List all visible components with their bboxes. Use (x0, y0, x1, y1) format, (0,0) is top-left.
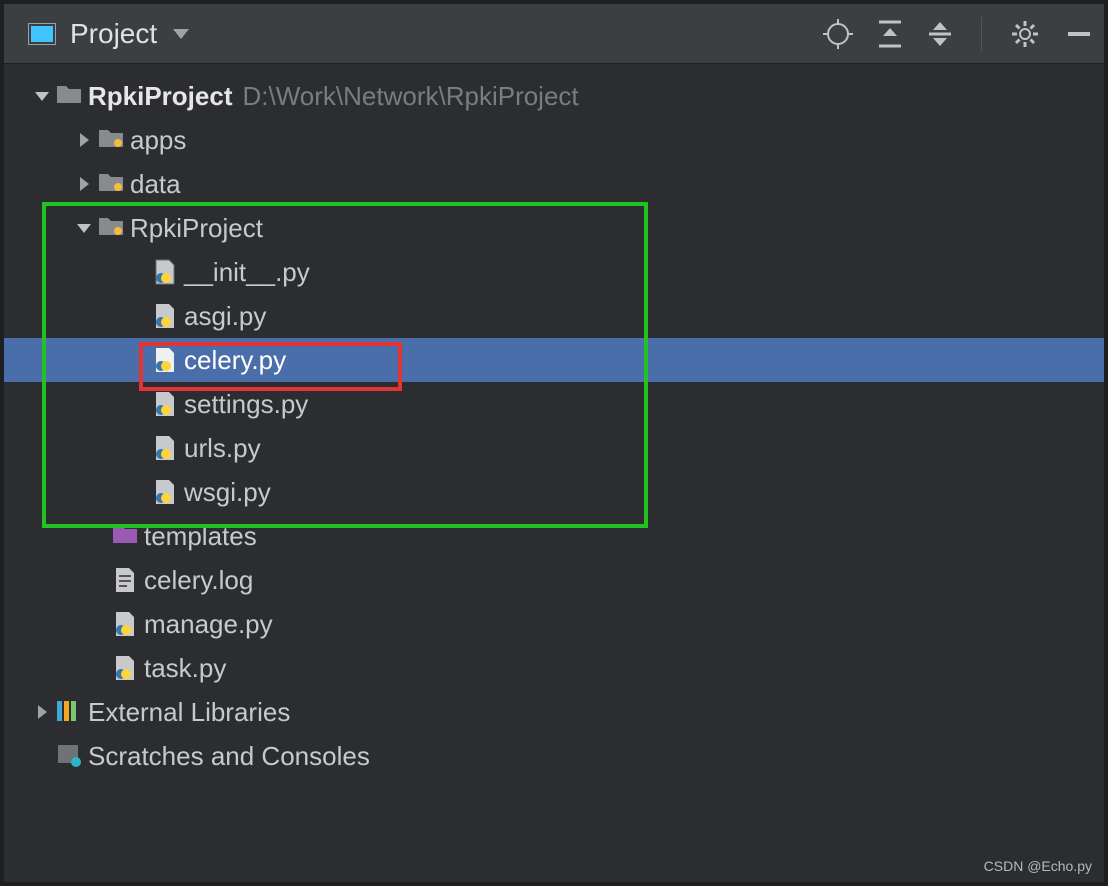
tree-row-templates[interactable]: templates (4, 514, 1104, 558)
tree-row-manage[interactable]: manage.py (4, 602, 1104, 646)
folder-icon (98, 127, 124, 153)
python-file-icon (152, 259, 178, 285)
item-label: celery.log (144, 565, 253, 596)
expand-all-icon[interactable] (877, 20, 903, 48)
item-label: manage.py (144, 609, 273, 640)
tree-row-asgi[interactable]: asgi.py (4, 294, 1104, 338)
chevron-right-icon[interactable] (70, 131, 98, 149)
collapse-all-icon[interactable] (927, 20, 953, 48)
project-tree[interactable]: RpkiProject D:\Work\Network\RpkiProject … (4, 64, 1104, 778)
item-label: apps (130, 125, 186, 156)
tree-row-init[interactable]: __init__.py (4, 250, 1104, 294)
root-name: RpkiProject (88, 81, 233, 112)
python-file-icon (112, 655, 138, 681)
tree-row-settings[interactable]: settings.py (4, 382, 1104, 426)
folder-icon (56, 83, 82, 109)
item-label: __init__.py (184, 257, 310, 288)
tree-row-apps[interactable]: apps (4, 118, 1104, 162)
item-label: RpkiProject (130, 213, 263, 244)
separator (981, 17, 982, 51)
folder-icon (98, 215, 124, 241)
chevron-down-icon[interactable] (28, 87, 56, 105)
tree-row-celery-selected[interactable]: celery.py (4, 338, 1104, 382)
python-file-icon (152, 391, 178, 417)
folder-icon (98, 171, 124, 197)
root-path: D:\Work\Network\RpkiProject (243, 81, 579, 112)
item-label: Scratches and Consoles (88, 741, 370, 772)
python-file-icon (112, 611, 138, 637)
chevron-right-icon[interactable] (28, 703, 56, 721)
tree-row-scratches[interactable]: Scratches and Consoles (4, 734, 1104, 778)
python-file-icon (152, 347, 178, 373)
minimize-icon[interactable] (1064, 19, 1094, 49)
project-header: Project (4, 4, 1104, 64)
python-file-icon (152, 303, 178, 329)
scratch-icon (56, 743, 82, 769)
item-label: settings.py (184, 389, 308, 420)
item-label: data (130, 169, 181, 200)
tree-row-wsgi[interactable]: wsgi.py (4, 470, 1104, 514)
dropdown-arrow-icon[interactable] (171, 27, 191, 41)
item-label: External Libraries (88, 697, 290, 728)
item-label: wsgi.py (184, 477, 271, 508)
item-label: task.py (144, 653, 226, 684)
tree-row-rpkiproject[interactable]: RpkiProject (4, 206, 1104, 250)
target-icon[interactable] (823, 19, 853, 49)
tree-row-urls[interactable]: urls.py (4, 426, 1104, 470)
item-label: templates (144, 521, 257, 552)
project-label[interactable]: Project (70, 18, 157, 50)
library-icon (56, 699, 82, 725)
templates-folder-icon (112, 523, 138, 549)
tree-row-celerylog[interactable]: celery.log (4, 558, 1104, 602)
project-window-icon (28, 23, 56, 45)
chevron-right-icon[interactable] (70, 175, 98, 193)
tree-row-extlib[interactable]: External Libraries (4, 690, 1104, 734)
item-label: urls.py (184, 433, 261, 464)
text-file-icon (112, 567, 138, 593)
item-label: celery.py (184, 345, 286, 376)
gear-icon[interactable] (1010, 19, 1040, 49)
python-file-icon (152, 435, 178, 461)
tree-row-task[interactable]: task.py (4, 646, 1104, 690)
header-toolbar (823, 17, 1094, 51)
tree-root-row[interactable]: RpkiProject D:\Work\Network\RpkiProject (4, 74, 1104, 118)
item-label: asgi.py (184, 301, 266, 332)
chevron-down-icon[interactable] (70, 219, 98, 237)
watermark: CSDN @Echo.py (984, 858, 1092, 874)
tree-row-data[interactable]: data (4, 162, 1104, 206)
python-file-icon (152, 479, 178, 505)
